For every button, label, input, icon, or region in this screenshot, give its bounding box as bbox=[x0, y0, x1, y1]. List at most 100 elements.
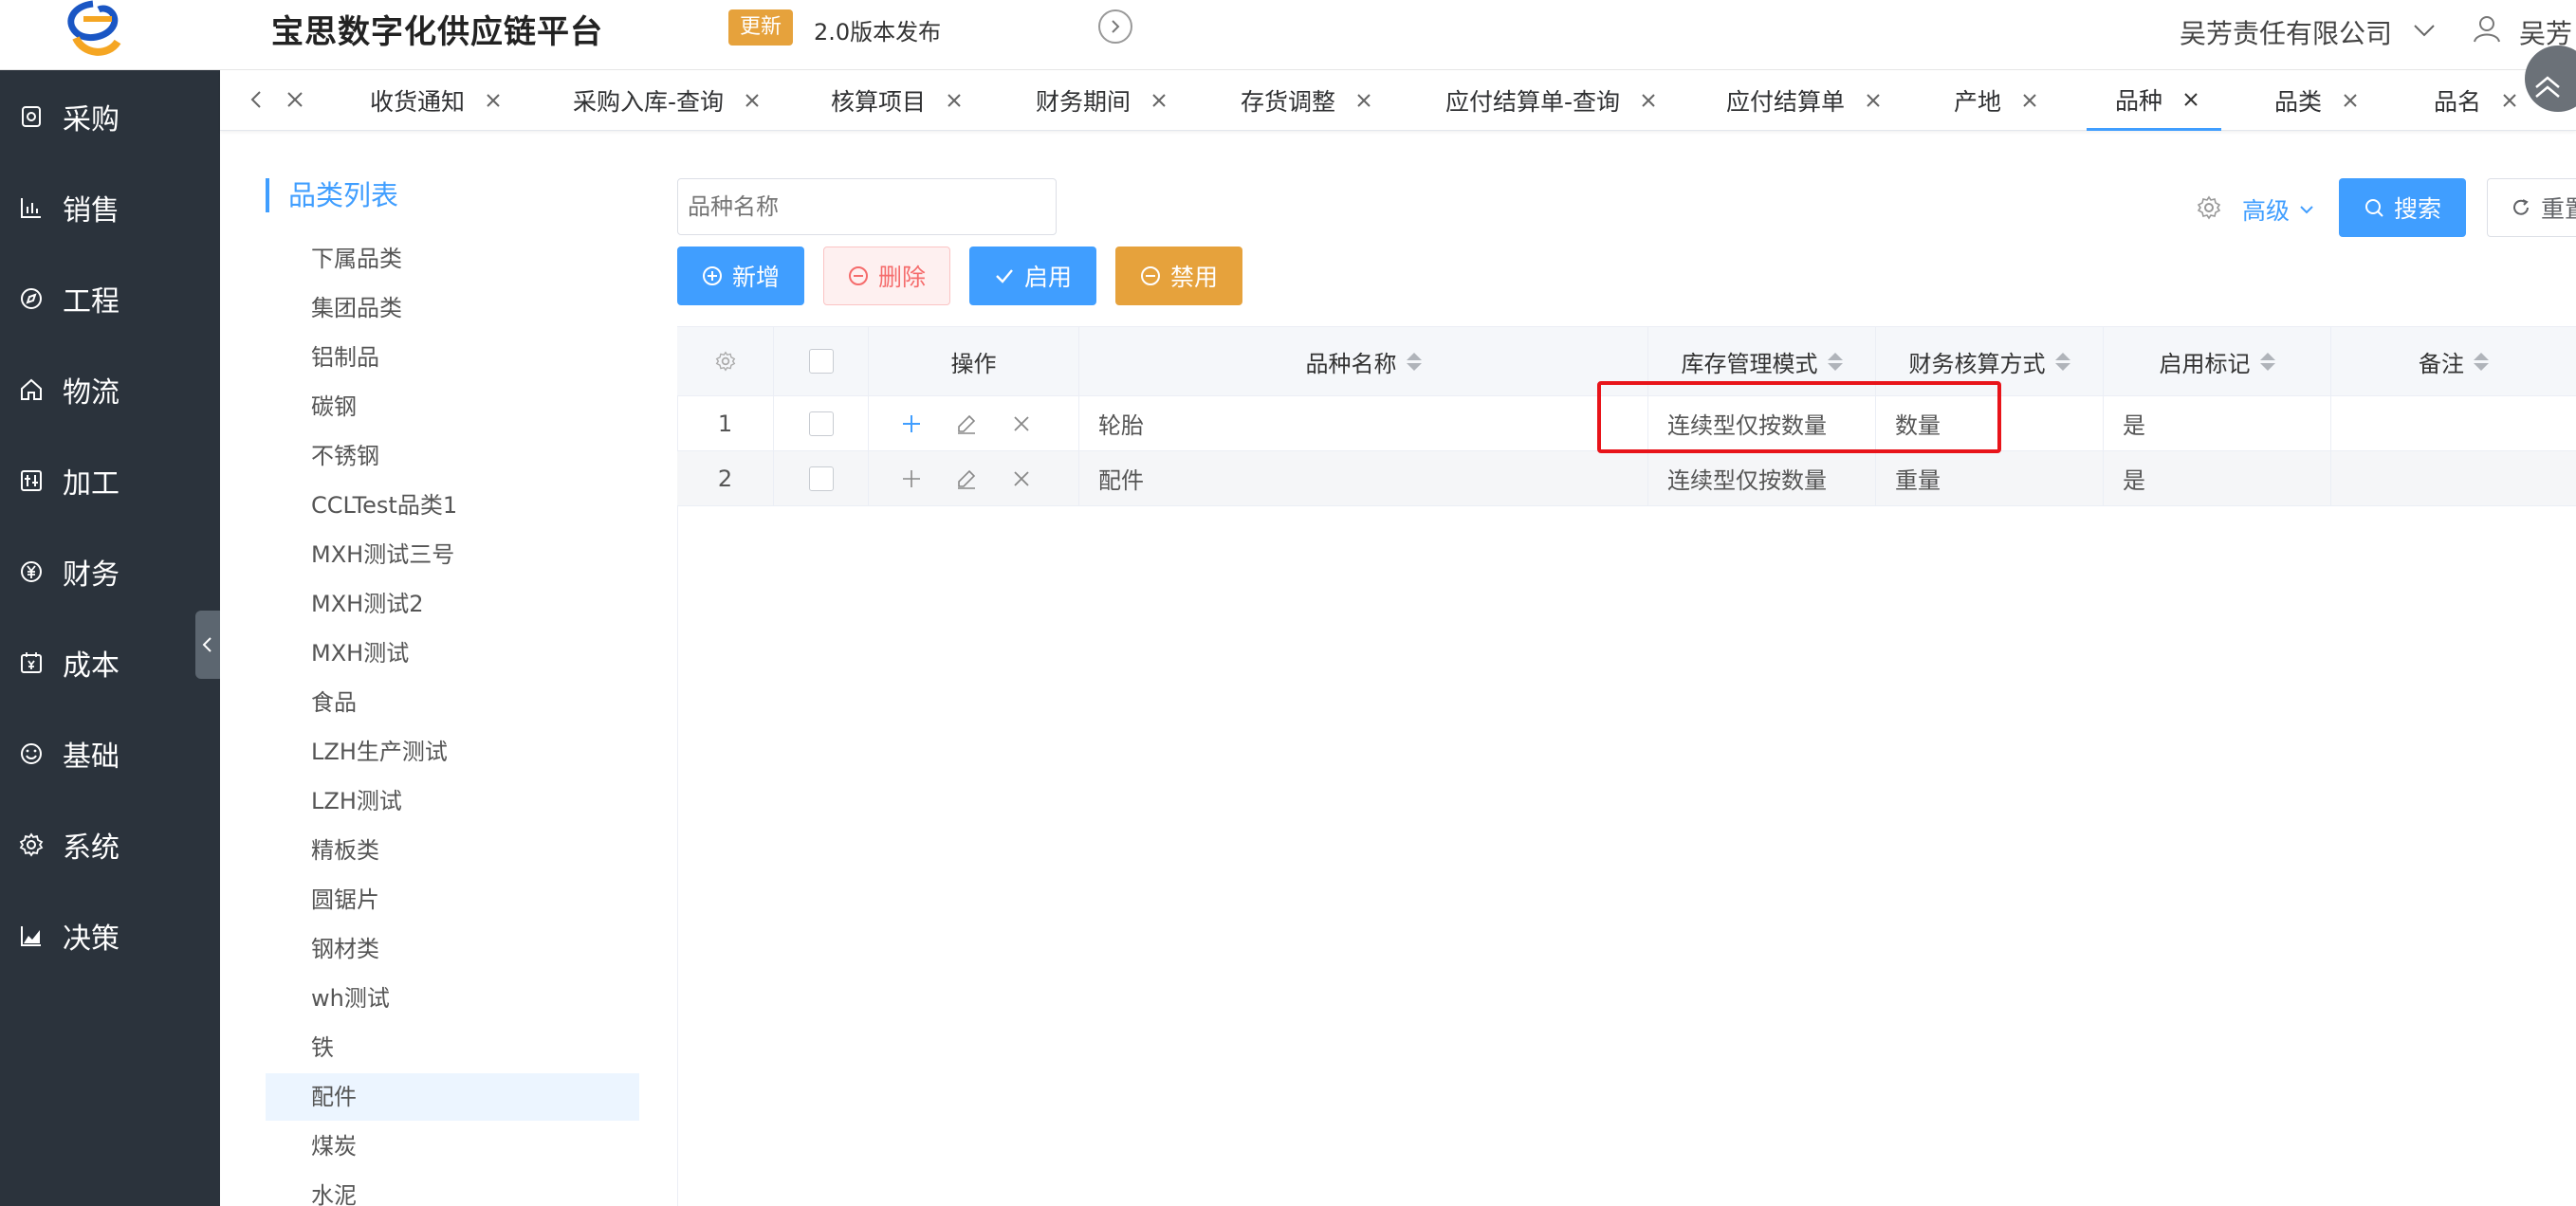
chevron-right-icon[interactable] bbox=[1098, 9, 1132, 44]
sort-icon[interactable] bbox=[2259, 352, 2275, 371]
category-item[interactable]: 铁 bbox=[266, 1024, 639, 1071]
category-item[interactable]: MXH测试三号 bbox=[266, 531, 639, 578]
close-icon[interactable] bbox=[2500, 91, 2519, 110]
delete-button[interactable]: 删除 bbox=[823, 247, 950, 305]
user-icon[interactable] bbox=[2472, 13, 2502, 44]
close-icon[interactable] bbox=[2181, 90, 2200, 109]
check-icon bbox=[996, 269, 1013, 283]
chevron-left-icon[interactable] bbox=[245, 87, 269, 112]
tab-product-name[interactable]: 品名 bbox=[2434, 70, 2519, 131]
close-icon[interactable] bbox=[1639, 91, 1658, 110]
column-header-accounting-method[interactable]: 财务核算方式 bbox=[1876, 327, 2104, 395]
tab-payable-settlement[interactable]: 应付结算单 bbox=[1726, 70, 1883, 131]
tab-inventory-adjustment[interactable]: 存货调整 bbox=[1241, 70, 1373, 131]
column-header-enabled-flag[interactable]: 启用标记 bbox=[2104, 327, 2331, 395]
sidebar-item-engineering[interactable]: 工程 bbox=[0, 270, 220, 327]
tab-financial-period[interactable]: 财务期间 bbox=[1036, 70, 1168, 131]
close-icon[interactable] bbox=[2020, 91, 2039, 110]
category-item[interactable]: LZH测试 bbox=[266, 777, 639, 825]
category-item[interactable]: 煤炭 bbox=[266, 1123, 639, 1170]
variety-name-search-input[interactable] bbox=[677, 178, 1057, 235]
tab-purchase-inbound-query[interactable]: 采购入库-查询 bbox=[573, 70, 762, 131]
sidebar-item-logistics[interactable]: 物流 bbox=[0, 361, 220, 418]
search-button[interactable]: 搜索 bbox=[2339, 178, 2466, 237]
column-header-inventory-mode[interactable]: 库存管理模式 bbox=[1648, 327, 1876, 395]
settings-gear-icon[interactable] bbox=[2197, 195, 2221, 220]
sort-icon[interactable] bbox=[1406, 352, 1422, 371]
update-badge[interactable]: 更新 bbox=[728, 9, 794, 46]
category-item[interactable]: 碳钢 bbox=[266, 383, 639, 430]
release-note[interactable]: 2.0版本发布 bbox=[814, 13, 941, 46]
chevron-left-icon bbox=[202, 637, 212, 652]
sidebar-item-basic[interactable]: 基础 bbox=[0, 725, 220, 782]
category-item[interactable]: 下属品类 bbox=[266, 235, 639, 283]
enable-button[interactable]: 启用 bbox=[969, 247, 1096, 305]
tab-payable-settlement-query[interactable]: 应付结算单-查询 bbox=[1445, 70, 1658, 131]
category-item[interactable]: 圆锯片 bbox=[266, 876, 639, 923]
sidebar-collapse-button[interactable] bbox=[195, 611, 220, 679]
close-icon[interactable] bbox=[1150, 91, 1168, 110]
tab-origin[interactable]: 产地 bbox=[1954, 70, 2039, 131]
reset-button-label: 重置 bbox=[2541, 195, 2576, 223]
row-checkbox[interactable] bbox=[808, 466, 834, 491]
sidebar-item-system[interactable]: 系统 bbox=[0, 816, 220, 873]
tab-receipt-notice[interactable]: 收货通知 bbox=[370, 70, 503, 131]
cell-remark bbox=[2331, 451, 2576, 505]
category-item[interactable]: CCLTest品类1 bbox=[266, 482, 639, 529]
category-list-title: 品类列表 bbox=[266, 178, 398, 212]
sidebar-item-finance[interactable]: 财务 bbox=[0, 543, 220, 600]
category-item[interactable]: MXH测试2 bbox=[266, 580, 639, 628]
sort-icon[interactable] bbox=[2054, 352, 2070, 371]
add-button[interactable]: 新增 bbox=[677, 247, 804, 305]
company-name[interactable]: 吴芳责任有限公司 bbox=[2180, 13, 2392, 51]
plus-icon[interactable] bbox=[900, 412, 923, 435]
category-item[interactable]: 水泥 bbox=[266, 1172, 639, 1206]
category-item[interactable]: 铝制品 bbox=[266, 334, 639, 381]
close-icon[interactable] bbox=[1864, 91, 1883, 110]
category-item-selected[interactable]: 配件 bbox=[266, 1073, 639, 1121]
close-icon[interactable] bbox=[484, 91, 503, 110]
category-item[interactable]: MXH测试 bbox=[266, 630, 639, 677]
column-header-remark[interactable]: 备注 bbox=[2331, 327, 2576, 395]
tab-accounting-items[interactable]: 核算项目 bbox=[831, 70, 964, 131]
advanced-search-toggle[interactable]: 高级 bbox=[2242, 192, 2316, 227]
chevron-down-icon[interactable] bbox=[2411, 17, 2438, 44]
tab-category[interactable]: 品类 bbox=[2274, 70, 2360, 131]
close-icon[interactable] bbox=[2341, 91, 2360, 110]
table-row[interactable]: 2 配件 连续型仅按数量 重量 是 bbox=[677, 451, 2576, 506]
sort-icon[interactable] bbox=[2474, 352, 2489, 371]
sidebar-item-cost[interactable]: 成本 bbox=[0, 634, 220, 691]
edit-icon[interactable] bbox=[955, 412, 978, 435]
select-all-checkbox[interactable] bbox=[808, 349, 834, 374]
sidebar-item-processing[interactable]: 加工 bbox=[0, 452, 220, 509]
column-header-variety-name[interactable]: 品种名称 bbox=[1079, 327, 1648, 395]
disable-button[interactable]: 禁用 bbox=[1115, 247, 1242, 305]
category-item[interactable]: LZH生产测试 bbox=[266, 728, 639, 776]
minus-circle-icon bbox=[1140, 266, 1160, 285]
row-checkbox[interactable] bbox=[808, 411, 834, 436]
category-item[interactable]: wh测试 bbox=[266, 975, 639, 1022]
category-item[interactable]: 钢材类 bbox=[266, 925, 639, 973]
cell-variety-name: 配件 bbox=[1079, 451, 1648, 505]
tab-variety[interactable]: 品种 bbox=[2087, 70, 2222, 131]
close-icon[interactable] bbox=[285, 89, 305, 110]
category-item[interactable]: 精板类 bbox=[266, 827, 639, 874]
sort-icon[interactable] bbox=[1827, 352, 1843, 371]
close-icon[interactable] bbox=[1354, 91, 1373, 110]
table-row[interactable]: 1 轮胎 连续型仅按数量 数量 是 bbox=[677, 396, 2576, 451]
category-item[interactable]: 不锈钢 bbox=[266, 432, 639, 480]
sidebar-item-sales[interactable]: 销售 bbox=[0, 179, 220, 236]
edit-icon[interactable] bbox=[955, 467, 978, 490]
sidebar-item-decision[interactable]: 决策 bbox=[0, 907, 220, 964]
tab-collapse-button[interactable] bbox=[2525, 46, 2576, 112]
category-item[interactable]: 集团品类 bbox=[266, 284, 639, 332]
reset-button[interactable]: 重置 bbox=[2487, 178, 2576, 237]
sidebar-item-purchase[interactable]: 采购 bbox=[0, 88, 220, 145]
plus-icon[interactable] bbox=[900, 467, 923, 490]
close-icon[interactable] bbox=[945, 91, 964, 110]
close-icon[interactable] bbox=[743, 91, 762, 110]
close-icon[interactable] bbox=[1010, 467, 1033, 490]
close-icon[interactable] bbox=[1010, 412, 1033, 435]
column-settings[interactable] bbox=[677, 327, 774, 395]
category-item[interactable]: 食品 bbox=[266, 679, 639, 726]
